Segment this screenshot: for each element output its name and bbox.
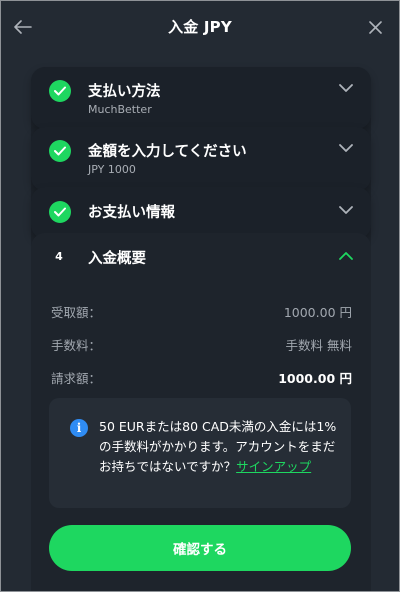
step-title: 入金概要 (88, 251, 146, 267)
modal-header: 入金 JPY (1, 1, 399, 57)
received-amount-value: 1000.00 円 (283, 305, 352, 320)
close-icon (368, 20, 382, 34)
billed-amount-label: 請求額： (51, 371, 102, 386)
chevron-down-icon (339, 84, 353, 92)
check-icon (49, 140, 71, 162)
info-icon: i (70, 419, 88, 437)
confirm-button[interactable]: 確認する (49, 525, 351, 571)
step-title: 金額を入力してください (88, 144, 247, 160)
check-icon (49, 201, 71, 223)
billed-amount-value: 1000.00 円 (278, 371, 352, 386)
close-button[interactable] (361, 13, 389, 41)
step-subtitle: JPY 1000 (88, 163, 136, 176)
check-icon (49, 80, 71, 102)
chevron-down-icon (339, 144, 353, 152)
step-title: 支払い方法 (88, 84, 161, 100)
step-payment-info[interactable]: お支払い情報 (31, 187, 371, 239)
chevron-down-icon (339, 206, 353, 214)
step-number: 4 (55, 249, 63, 263)
step-title: お支払い情報 (88, 205, 175, 221)
fee-value: 手数料 無料 (285, 338, 352, 353)
step-summary-header[interactable]: 4 入金概要 (31, 233, 371, 279)
notice-text-block: 50 EURまたは80 CAD未満の入金には1%の手数料がかかります。アカウント… (99, 417, 339, 477)
page-title: 入金 JPY (168, 18, 232, 36)
fee-notice: i 50 EURまたは80 CAD未満の入金には1%の手数料がかかります。アカウ… (49, 398, 351, 508)
received-amount-label: 受取額： (51, 305, 102, 320)
step-amount[interactable]: 金額を入力してください JPY 1000 (31, 127, 371, 191)
signup-link[interactable]: サインアップ (236, 459, 311, 474)
deposit-steps-panel: 支払い方法 MuchBetter 金額を入力してください JPY 1000 お支… (31, 67, 371, 591)
fee-label: 手数料： (51, 338, 102, 353)
step-payment-method[interactable]: 支払い方法 MuchBetter (31, 67, 371, 129)
step-deposit-summary: 4 入金概要 受取額： 1000.00 円 手数料： 手数料 無料 請求額： 1… (31, 233, 371, 591)
step-subtitle: MuchBetter (88, 103, 152, 116)
chevron-up-icon (339, 252, 353, 260)
deposit-modal: 入金 JPY 支払い方法 MuchBetter 金額を入力してください JPY … (0, 0, 400, 592)
